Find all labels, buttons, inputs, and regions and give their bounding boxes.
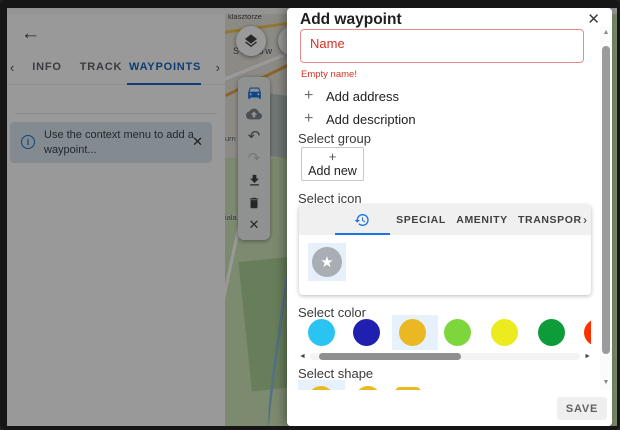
tabs-more-icon[interactable]: ›	[583, 213, 587, 227]
scroll-down-icon[interactable]: ▼	[600, 379, 612, 387]
icon-option-star[interactable]: ★	[308, 243, 346, 281]
tab-transport[interactable]: TRANSPORT	[518, 214, 582, 226]
dialog-scrollbar-thumb[interactable]	[602, 46, 610, 354]
tab-amenity[interactable]: AMENITY	[452, 214, 512, 226]
dialog-scrollbar[interactable]: ▲ ▼	[600, 26, 612, 390]
plus-icon: +	[302, 149, 363, 164]
save-button[interactable]: SAVE	[557, 397, 607, 420]
dialog-title: Add waypoint	[300, 11, 402, 29]
plus-icon: +	[304, 87, 313, 105]
scroll-left-icon[interactable]: ◄	[299, 353, 306, 361]
color-swatch-navy[interactable]	[353, 319, 380, 346]
color-swatch-cyan[interactable]	[308, 319, 335, 346]
select-shape-label: Select shape	[298, 366, 373, 381]
color-swatch-green[interactable]	[538, 319, 565, 346]
plus-icon: +	[304, 110, 313, 128]
add-address-label: Add address	[326, 89, 399, 104]
icon-picker-panel: SPECIAL AMENITY TRANSPORT › ★	[299, 205, 591, 295]
color-swatch-lightgreen[interactable]	[444, 319, 471, 346]
add-description-button[interactable]: + Add description	[287, 110, 487, 130]
add-waypoint-dialog: Add waypoint ✕ Name Empty name! + Add ad…	[287, 8, 612, 426]
name-input-label: Name	[310, 36, 345, 51]
window-frame: klasztorze Sułków urn iała ↶ ↷	[0, 0, 620, 430]
tab-recent[interactable]	[354, 212, 370, 228]
add-address-button[interactable]: + Add address	[287, 87, 487, 107]
app-screen: klasztorze Sułków urn iała ↶ ↷	[7, 8, 617, 426]
select-group-label: Select group	[298, 131, 371, 146]
active-icon-tab-underline	[335, 233, 390, 235]
add-new-group-button[interactable]: + Add new	[301, 147, 364, 181]
color-swatch-yellow[interactable]	[491, 319, 518, 346]
tab-special[interactable]: SPECIAL	[391, 214, 451, 226]
color-scrollbar: ◄ ►	[299, 352, 591, 361]
add-description-label: Add description	[326, 112, 416, 127]
add-new-label: Add new	[302, 164, 363, 178]
color-scrollbar-track[interactable]	[310, 353, 580, 360]
dialog-footer: SAVE	[287, 390, 612, 426]
select-icon-label: Select icon	[298, 191, 362, 206]
color-picker	[299, 315, 591, 350]
scroll-up-icon[interactable]: ▲	[600, 29, 612, 37]
star-icon: ★	[320, 253, 333, 271]
icon-category-tabs: SPECIAL AMENITY TRANSPORT ›	[299, 205, 591, 235]
star-marker: ★	[312, 247, 342, 277]
scroll-right-icon[interactable]: ►	[584, 353, 591, 361]
empty-name-error: Empty name!	[301, 69, 357, 80]
dialog-close-icon[interactable]: ✕	[587, 10, 600, 28]
color-scrollbar-thumb[interactable]	[319, 353, 461, 360]
color-swatch-red[interactable]	[584, 319, 591, 346]
name-input[interactable]: Name	[300, 29, 584, 63]
history-clock-icon	[354, 212, 370, 228]
color-swatch-gold[interactable]	[399, 319, 426, 346]
